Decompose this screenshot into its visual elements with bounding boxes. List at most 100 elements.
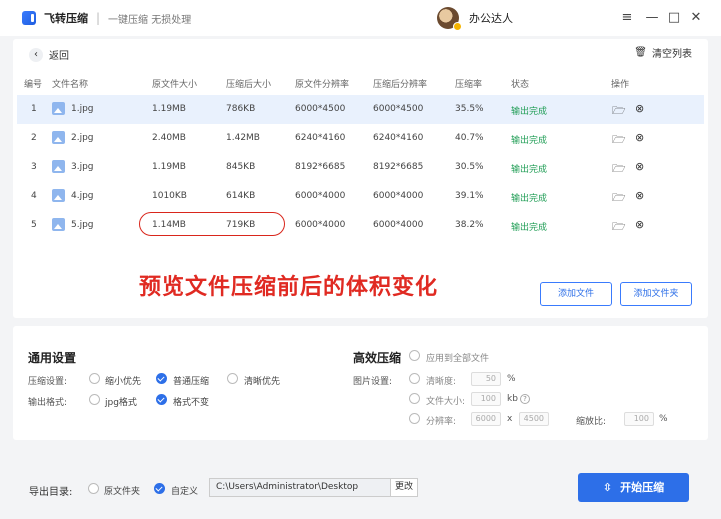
minimize-icon[interactable]: — bbox=[644, 10, 660, 26]
folder-icon[interactable]: 🗁 bbox=[612, 189, 626, 208]
table-row[interactable]: 2 2.jpg 2.40MB 1.42MB 6240*4160 6240*416… bbox=[17, 124, 704, 153]
clarity-label: 清晰度: bbox=[426, 377, 457, 387]
add-folder-button[interactable]: 添加文件夹 bbox=[620, 282, 692, 306]
row-ratio: 35.5% bbox=[455, 104, 484, 114]
user-profile[interactable]: 办公达人 bbox=[437, 7, 513, 31]
avatar[interactable] bbox=[437, 7, 462, 31]
row-file-name: 4.jpg bbox=[71, 191, 94, 201]
col-header-orig-size: 原文件大小 bbox=[152, 80, 198, 90]
vip-badge-icon bbox=[453, 22, 462, 31]
remove-icon[interactable]: ⊗ bbox=[635, 160, 644, 173]
menu-icon[interactable]: ≡ bbox=[619, 10, 635, 26]
row-no: 3 bbox=[31, 162, 37, 172]
resolution-x: x bbox=[507, 414, 513, 424]
remove-icon[interactable]: ⊗ bbox=[635, 102, 644, 115]
folder-icon[interactable]: 🗁 bbox=[612, 131, 626, 150]
size-highlight-ring bbox=[139, 212, 285, 236]
row-no: 5 bbox=[31, 220, 37, 230]
image-setting-label: 图片设置: bbox=[353, 377, 393, 387]
checkbox-apply-all[interactable] bbox=[409, 350, 420, 361]
row-orig-res: 6000*4500 bbox=[295, 104, 346, 114]
radio-resolution[interactable] bbox=[409, 413, 420, 424]
col-header-actions: 操作 bbox=[611, 80, 630, 90]
row-new-res: 8192*6685 bbox=[373, 162, 424, 172]
scale-input[interactable]: 100 bbox=[624, 412, 654, 426]
col-header-name: 文件名称 bbox=[52, 80, 89, 90]
row-new-size: 1.42MB bbox=[226, 133, 260, 143]
radio-keep-format[interactable] bbox=[156, 394, 167, 405]
table-row[interactable]: 3 3.jpg 1.19MB 845KB 8192*6685 8192*6685… bbox=[17, 153, 704, 182]
change-path-button[interactable]: 更改 bbox=[390, 478, 418, 497]
row-new-res: 6000*4000 bbox=[373, 220, 424, 230]
start-compress-button[interactable]: ⇳ 开始压缩 bbox=[578, 473, 689, 502]
remove-icon[interactable]: ⊗ bbox=[635, 189, 644, 202]
row-status: 输出完成 bbox=[511, 194, 548, 204]
maximize-icon[interactable]: □ bbox=[666, 10, 682, 26]
col-header-orig-res: 原文件分辨率 bbox=[295, 80, 350, 90]
start-compress-label: 开始压缩 bbox=[620, 481, 665, 494]
row-status: 输出完成 bbox=[511, 136, 548, 146]
image-file-icon bbox=[52, 102, 65, 115]
row-status: 输出完成 bbox=[511, 223, 548, 233]
resolution-label: 分辨率: bbox=[426, 417, 457, 427]
row-status: 输出完成 bbox=[511, 107, 548, 117]
folder-icon[interactable]: 🗁 bbox=[612, 102, 626, 121]
row-ratio: 40.7% bbox=[455, 133, 484, 143]
apply-all-label[interactable]: 应用到全部文件 bbox=[426, 351, 489, 364]
export-path-input[interactable]: C:\Users\Administrator\Desktop bbox=[209, 478, 390, 497]
resolution-width-input[interactable]: 6000 bbox=[471, 412, 501, 426]
row-orig-size: 2.40MB bbox=[152, 133, 186, 143]
row-orig-res: 6000*4000 bbox=[295, 220, 346, 230]
back-label: 返回 bbox=[49, 51, 69, 62]
row-file-name: 1.jpg bbox=[71, 104, 94, 114]
table-row[interactable]: 5 5.jpg 1.14MB 719KB 6000*4000 6000*4000… bbox=[17, 211, 704, 240]
close-icon[interactable]: ✕ bbox=[688, 10, 704, 26]
radio-custom-folder[interactable] bbox=[154, 483, 165, 494]
folder-icon[interactable]: 🗁 bbox=[612, 218, 626, 237]
back-button[interactable]: ‹ 返回 bbox=[29, 47, 69, 62]
trash-icon: 🗑 bbox=[634, 47, 647, 58]
radio-clarity[interactable] bbox=[409, 373, 420, 384]
row-new-res: 6000*4500 bbox=[373, 104, 424, 114]
option-source-folder[interactable]: 原文件夹 bbox=[104, 484, 140, 497]
row-orig-res: 8192*6685 bbox=[295, 162, 346, 172]
resolution-height-input[interactable]: 4500 bbox=[519, 412, 549, 426]
remove-icon[interactable]: ⊗ bbox=[635, 131, 644, 144]
option-keep-format[interactable]: 格式不变 bbox=[173, 395, 209, 408]
add-file-button[interactable]: 添加文件 bbox=[540, 282, 612, 306]
folder-icon[interactable]: 🗁 bbox=[612, 160, 626, 179]
option-smaller-first[interactable]: 缩小优先 bbox=[105, 374, 141, 387]
advanced-compress-title: 高效压缩 bbox=[353, 351, 402, 365]
radio-jpg-format[interactable] bbox=[89, 394, 100, 405]
table-row[interactable]: 1 1.jpg 1.19MB 786KB 6000*4500 6000*4500… bbox=[17, 95, 704, 124]
option-normal-compress[interactable]: 普通压缩 bbox=[173, 374, 209, 387]
export-dir-label: 导出目录: bbox=[29, 487, 73, 498]
row-status: 输出完成 bbox=[511, 165, 548, 175]
radio-file-size[interactable] bbox=[409, 393, 420, 404]
option-clarity-first[interactable]: 清晰优先 bbox=[244, 374, 280, 387]
help-icon[interactable]: ? bbox=[520, 394, 530, 404]
radio-source-folder[interactable] bbox=[88, 483, 99, 494]
option-custom-folder[interactable]: 自定义 bbox=[171, 484, 198, 497]
row-file-name: 2.jpg bbox=[71, 133, 94, 143]
table-row[interactable]: 4 4.jpg 1010KB 614KB 6000*4000 6000*4000… bbox=[17, 182, 704, 211]
row-orig-res: 6240*4160 bbox=[295, 133, 346, 143]
row-ratio: 30.5% bbox=[455, 162, 484, 172]
row-new-size: 614KB bbox=[226, 191, 256, 201]
title-divider: | bbox=[96, 11, 101, 25]
title-bar: 飞转压缩 | 一键压缩 无损处理 办公达人 ≡ — □ ✕ bbox=[0, 0, 721, 36]
remove-icon[interactable]: ⊗ bbox=[635, 218, 644, 231]
option-jpg-format[interactable]: jpg格式 bbox=[105, 395, 137, 408]
file-size-input[interactable]: 100 bbox=[471, 392, 501, 406]
col-header-new-size: 压缩后大小 bbox=[226, 80, 272, 90]
radio-clarity-first[interactable] bbox=[227, 373, 238, 384]
radio-normal-compress[interactable] bbox=[156, 373, 167, 384]
col-header-ratio: 压缩率 bbox=[455, 80, 483, 90]
export-bar: 导出目录: 原文件夹 自定义 C:\Users\Administrator\De… bbox=[0, 448, 721, 519]
radio-smaller-first[interactable] bbox=[89, 373, 100, 384]
output-format-label: 输出格式: bbox=[28, 398, 68, 408]
image-file-icon bbox=[52, 131, 65, 144]
table-header: 编号 文件名称 原文件大小 压缩后大小 原文件分辨率 压缩后分辨率 压缩率 状态… bbox=[13, 77, 708, 93]
clarity-input[interactable]: 50 bbox=[471, 372, 501, 386]
clear-list-button[interactable]: 🗑 清空列表 bbox=[634, 45, 692, 60]
